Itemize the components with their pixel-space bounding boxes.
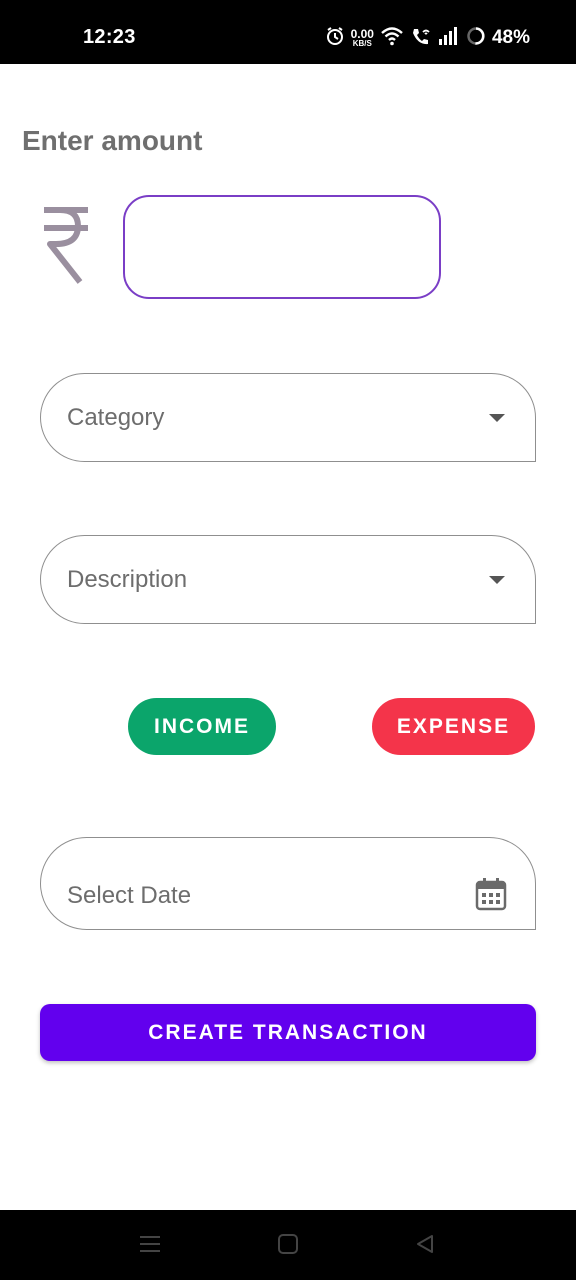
- description-label: Description: [67, 566, 188, 593]
- menu-icon[interactable]: [139, 1233, 161, 1255]
- chevron-down-icon: [489, 414, 505, 422]
- net-speed-unit: KB/S: [352, 39, 372, 48]
- enter-amount-label: Enter amount: [22, 125, 203, 156]
- wifi-icon: [380, 26, 404, 51]
- income-button[interactable]: INCOME: [128, 698, 276, 755]
- signal-icon: [438, 26, 460, 50]
- alarm-icon: [325, 26, 345, 51]
- status-bar: 12:23 0.00 KB/S 48%: [0, 0, 576, 64]
- amount-input[interactable]: [123, 195, 441, 299]
- description-dropdown[interactable]: Description: [40, 535, 536, 624]
- net-speed: 0.00 KB/S: [351, 28, 374, 48]
- calendar-icon[interactable]: [475, 877, 507, 911]
- status-time: 12:23: [83, 26, 136, 48]
- chevron-down-icon: [489, 576, 505, 584]
- create-transaction-button[interactable]: CREATE TRANSACTION: [40, 1004, 536, 1061]
- date-picker-field[interactable]: Select Date: [40, 837, 536, 930]
- navigation-bar: [0, 1210, 576, 1280]
- select-date-label: Select Date: [67, 882, 192, 909]
- back-icon[interactable]: [414, 1233, 436, 1255]
- home-icon[interactable]: [277, 1233, 299, 1255]
- category-label: Category: [67, 404, 165, 431]
- battery-percent: 48%: [491, 27, 530, 48]
- expense-button[interactable]: EXPENSE: [372, 698, 535, 755]
- battery-icon: [466, 26, 486, 51]
- status-icons: 0.00 KB/S 48%: [325, 24, 530, 52]
- category-dropdown[interactable]: Category: [40, 373, 536, 462]
- rupee-icon: [44, 207, 88, 284]
- wifi-calling-icon: [410, 26, 432, 51]
